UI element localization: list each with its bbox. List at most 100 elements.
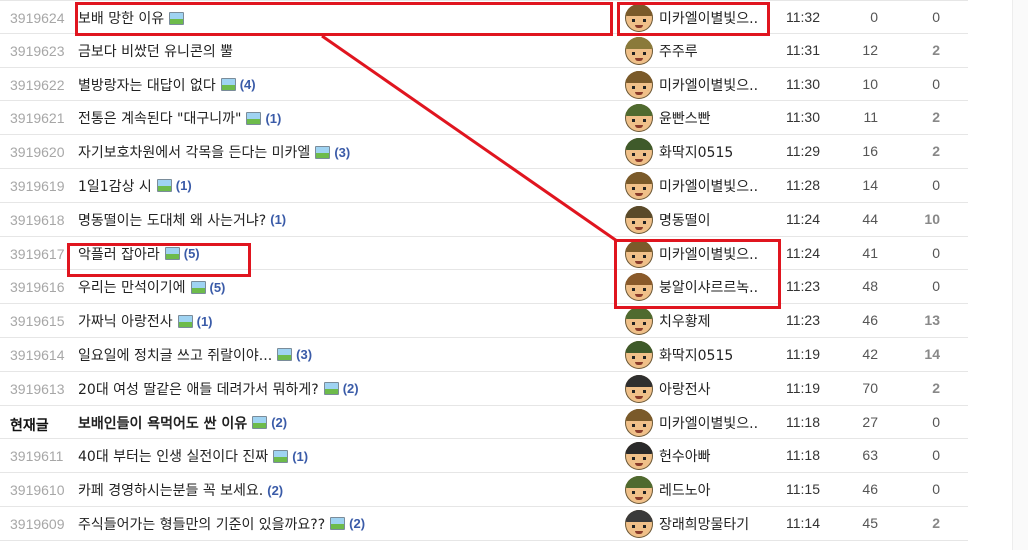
post-title-text: 보배인들이 욕먹어도 싼 이유 — [78, 415, 248, 432]
view-count: 11 — [863, 109, 878, 126]
comment-count[interactable]: (2) — [267, 483, 283, 498]
post-list: 3919624 보배 망한 이유 미카엘이별빛으.. 11:32 0 0 3919623 금보… — [0, 0, 968, 541]
table-row[interactable]: 3919611 40대 부터는 인생 실전이다 진짜 (1) 헌수아빠 11:18 63 0 — [0, 439, 968, 474]
table-row[interactable]: 3919613 20대 여성 딸같은 애들 데려가서 뭐하게? (2) 아랑전사 11:… — [0, 372, 968, 406]
author-name: 붕알이샤르르녹.. — [659, 280, 759, 297]
table-row[interactable]: 3919614 일요일에 정치글 쓰고 쥐랄이야... (3) 화딱지0515 11:1… — [0, 338, 968, 372]
comment-count[interactable]: (2) — [349, 516, 365, 531]
comment-count[interactable]: (5) — [184, 246, 200, 261]
post-title-link[interactable]: 카페 경영하시는분들 꼭 보세요. (2) — [78, 480, 283, 500]
avatar — [625, 36, 653, 65]
view-count: 46 — [862, 481, 878, 498]
author[interactable]: 미카엘이별빛으.. — [625, 239, 758, 268]
author-name: 미카엘이별빛으.. — [659, 11, 759, 27]
like-count: 2 — [932, 41, 940, 58]
post-title-link[interactable]: 보배 망한 이유 — [78, 8, 185, 28]
avatar — [625, 171, 653, 200]
post-time: 11:18 — [786, 447, 820, 464]
comment-count[interactable]: (1) — [270, 212, 286, 227]
author[interactable]: 치우황제 — [625, 307, 711, 336]
table-row[interactable]: 3919615 가짜닉 아랑전사 (1) 치우황제 11:23 46 13 — [0, 304, 968, 338]
view-count: 48 — [862, 278, 878, 295]
author[interactable]: 윤빤스빤 — [625, 104, 711, 133]
like-count: 0 — [932, 481, 940, 498]
author[interactable]: 헌수아빠 — [625, 442, 711, 471]
comment-count[interactable]: (5) — [210, 280, 226, 295]
table-row[interactable]: 현재글 보배인들이 욕먹어도 싼 이유 (2) 미카엘이별빛으.. 11:18 27 0 — [0, 406, 968, 440]
post-title-link[interactable]: 별방랑자는 대답이 없다 (4) — [78, 75, 256, 95]
image-attachment-icon — [277, 348, 293, 362]
comment-count[interactable]: (2) — [271, 415, 287, 430]
post-title-link[interactable]: 금보다 비쌌던 유니콘의 뿔 — [78, 41, 233, 61]
author[interactable]: 미카엘이별빛으.. — [625, 171, 758, 200]
post-title-link[interactable]: 명동떨이는 도대체 왜 사는거냐? (1) — [78, 210, 286, 230]
post-time: 11:30 — [786, 75, 820, 92]
author-name: 미카엘이별빛으.. — [659, 415, 759, 432]
table-row[interactable]: 3919624 보배 망한 이유 미카엘이별빛으.. 11:32 0 0 — [0, 0, 968, 34]
comment-count[interactable]: (3) — [334, 145, 350, 160]
table-row[interactable]: 3919618 명동떨이는 도대체 왜 사는거냐? (1) 명동떨이 11:24 44 10 — [0, 203, 968, 237]
like-count: 0 — [932, 447, 940, 464]
author[interactable]: 화딱지0515 — [625, 340, 734, 369]
like-count: 2 — [932, 514, 940, 531]
author[interactable]: 화딱지0515 — [625, 138, 733, 167]
table-row[interactable]: 3919610 카페 경영하시는분들 꼭 보세요. (2) 레드노아 11:15 46 0 — [0, 473, 968, 507]
like-count: 10 — [924, 210, 940, 227]
author-name: 화딱지0515 — [659, 347, 734, 364]
author[interactable]: 미카엘이별빛으.. — [625, 408, 759, 437]
author[interactable]: 명동떨이 — [625, 205, 711, 234]
post-title-link[interactable]: 40대 부터는 인생 실전이다 진짜 (1) — [78, 446, 308, 466]
author[interactable]: 아랑전사 — [625, 374, 711, 403]
author[interactable]: 레드노아 — [625, 476, 711, 505]
post-title-link[interactable]: 전통은 계속된다 "대구니까" (1) — [78, 108, 281, 128]
like-count: 0 — [932, 75, 940, 92]
post-title-link[interactable]: 20대 여성 딸같은 애들 데려가서 뭐하게? (2) — [78, 379, 359, 399]
avatar — [625, 509, 653, 538]
table-row[interactable]: 3919616 우리는 만석이기에 (5) 붕알이샤르르녹.. 11:23 48 0 — [0, 270, 968, 305]
scrollbar[interactable] — [1012, 0, 1028, 550]
post-title-link[interactable]: 일요일에 정치글 쓰고 쥐랄이야... (3) — [78, 345, 312, 365]
like-count: 0 — [932, 278, 940, 295]
table-row[interactable]: 3919617 악플러 잡아라 (5) 미카엘이별빛으.. 11:24 41 0 — [0, 237, 968, 271]
avatar — [625, 239, 653, 268]
avatar — [625, 442, 653, 471]
post-title-text: 가짜닉 아랑전사 — [78, 314, 173, 331]
author[interactable]: 장래희망물타기 — [625, 509, 749, 538]
author[interactable]: 붕알이샤르르녹.. — [625, 273, 759, 302]
image-attachment-icon — [273, 449, 289, 463]
view-count: 10 — [862, 75, 878, 92]
author[interactable]: 주주루 — [625, 36, 698, 65]
post-title-link[interactable]: 보배인들이 욕먹어도 싼 이유 (2) — [78, 413, 287, 433]
post-title-link[interactable]: 악플러 잡아라 (5) — [78, 244, 200, 264]
post-number: 3919616 — [10, 279, 65, 296]
table-row[interactable]: 3919609 주식들어가는 형들만의 기준이 있을까요?? (2) 장래희망물타기 1… — [0, 507, 968, 541]
post-title-link[interactable]: 자기보호차원에서 각목을 든다는 미카엘 (3) — [78, 142, 350, 162]
table-row[interactable]: 3919620 자기보호차원에서 각목을 든다는 미카엘 (3) 화딱지0515 11:… — [0, 135, 968, 169]
view-count: 44 — [862, 210, 878, 227]
comment-count[interactable]: (2) — [343, 381, 359, 396]
table-row[interactable]: 3919621 전통은 계속된다 "대구니까" (1) 윤빤스빤 11:30 11 2 — [0, 101, 968, 136]
author[interactable]: 미카엘이별빛으.. — [625, 4, 758, 32]
view-count: 16 — [862, 143, 878, 160]
post-number: 3919622 — [10, 76, 65, 93]
comment-count[interactable]: (1) — [292, 449, 308, 464]
table-row[interactable]: 3919622 별방랑자는 대답이 없다 (4) 미카엘이별빛으.. 11:30 10 0 — [0, 68, 968, 102]
post-title-link[interactable]: 1일1감상 시 (1) — [78, 176, 192, 196]
comment-count[interactable]: (1) — [176, 178, 192, 193]
comment-count[interactable]: (1) — [265, 111, 281, 126]
post-title-text: 카페 경영하시는분들 꼭 보세요. — [78, 483, 264, 500]
comment-count[interactable]: (4) — [240, 77, 256, 92]
like-count: 0 — [932, 413, 940, 430]
author[interactable]: 미카엘이별빛으.. — [625, 70, 758, 99]
like-count: 2 — [932, 143, 940, 160]
comment-count[interactable]: (3) — [296, 347, 312, 362]
table-row[interactable]: 3919623 금보다 비쌌던 유니콘의 뿔 주주루 11:31 12 2 — [0, 34, 968, 68]
image-attachment-icon — [315, 145, 331, 159]
post-title-link[interactable]: 우리는 만석이기에 (5) — [78, 277, 225, 297]
view-count: 27 — [862, 413, 878, 430]
comment-count[interactable]: (1) — [197, 314, 213, 329]
post-title-link[interactable]: 가짜닉 아랑전사 (1) — [78, 311, 213, 331]
post-title-link[interactable]: 주식들어가는 형들만의 기준이 있을까요?? (2) — [78, 514, 365, 534]
table-row[interactable]: 3919619 1일1감상 시 (1) 미카엘이별빛으.. 11:28 14 0 — [0, 169, 968, 203]
post-number: 3919620 — [10, 144, 65, 161]
